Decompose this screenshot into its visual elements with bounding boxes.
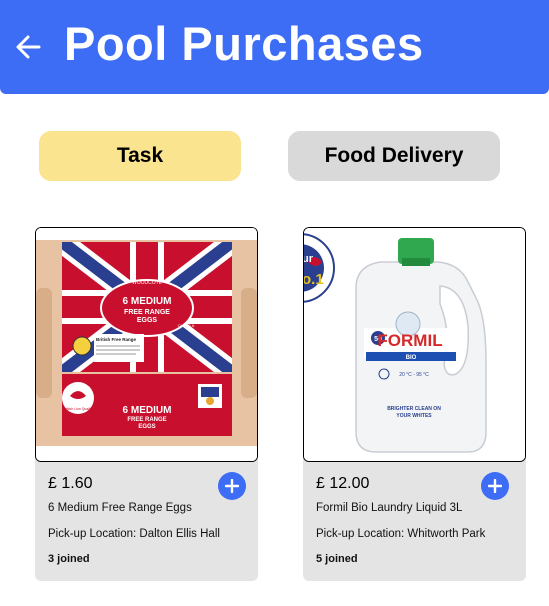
temp-range: 20 °C - 95 °C bbox=[399, 372, 429, 378]
product-card[interactable]: ur o.1 50 FORMIL BIO 20 °C - 95 °C BRIGH… bbox=[303, 227, 526, 581]
product-name: 6 Medium Free Range Eggs bbox=[48, 502, 192, 514]
badge-text: ur bbox=[304, 253, 314, 265]
product-price: £ 12.00 bbox=[316, 475, 370, 492]
egg-lion-text: British Lion Quality bbox=[63, 407, 92, 411]
detergent-brand: FORMIL bbox=[377, 331, 442, 350]
tab-task[interactable]: Task bbox=[39, 131, 241, 181]
add-button[interactable] bbox=[218, 472, 246, 500]
page-title: Pool Purchases bbox=[64, 17, 424, 70]
arrow-left-icon bbox=[16, 35, 41, 59]
tab-food-delivery-label: Food Delivery bbox=[324, 144, 464, 167]
plus-icon bbox=[488, 479, 502, 493]
tab-food-delivery[interactable]: Food Delivery bbox=[288, 131, 500, 181]
egg-box-image: WOODCOTE 6 MEDIUM FREE RANGE EGGS CLASS … bbox=[36, 228, 257, 461]
product-image: ur o.1 50 FORMIL BIO 20 °C - 95 °C BRIGH… bbox=[303, 227, 526, 462]
egg-brand-top: WOODCOTE bbox=[132, 280, 163, 286]
product-price: £ 1.60 bbox=[48, 475, 93, 492]
add-button[interactable] bbox=[481, 472, 509, 500]
egg-title-3: EGGS bbox=[137, 317, 158, 324]
product-image: WOODCOTE 6 MEDIUM FREE RANGE EGGS CLASS … bbox=[35, 227, 258, 462]
product-card[interactable]: WOODCOTE 6 MEDIUM FREE RANGE EGGS CLASS … bbox=[35, 227, 258, 581]
app-header: Pool Purchases bbox=[0, 0, 549, 94]
egg-lower-title-2: FREE RANGE bbox=[127, 417, 166, 423]
pickup-location: Pick-up Location: Dalton Ellis Hall bbox=[48, 528, 220, 540]
egg-title-1: 6 MEDIUM bbox=[123, 296, 172, 307]
detergent-variant: BIO bbox=[406, 355, 417, 361]
product-name: Formil Bio Laundry Liquid 3L bbox=[316, 502, 463, 514]
tagline-1: BRIGHTER CLEAN ON bbox=[387, 406, 441, 412]
egg-class: CLASS A bbox=[178, 323, 195, 328]
joined-count: 5 joined bbox=[316, 553, 358, 565]
badge-number: o.1 bbox=[304, 271, 324, 288]
egg-title-2: FREE RANGE bbox=[124, 309, 170, 316]
tagline-2: YOUR WHITES bbox=[396, 413, 432, 419]
detergent-bottle-image: ur o.1 50 FORMIL BIO 20 °C - 95 °C BRIGH… bbox=[304, 228, 525, 461]
egg-lower-title-1: 6 MEDIUM bbox=[123, 405, 172, 416]
joined-count: 3 joined bbox=[48, 553, 90, 565]
pickup-location: Pick-up Location: Whitworth Park bbox=[316, 528, 486, 540]
egg-lower-title-3: EGGS bbox=[138, 424, 155, 430]
plus-icon bbox=[225, 479, 239, 493]
back-button[interactable] bbox=[12, 30, 44, 64]
tab-task-label: Task bbox=[116, 144, 164, 167]
egg-box-title: British Free Range bbox=[96, 337, 137, 342]
